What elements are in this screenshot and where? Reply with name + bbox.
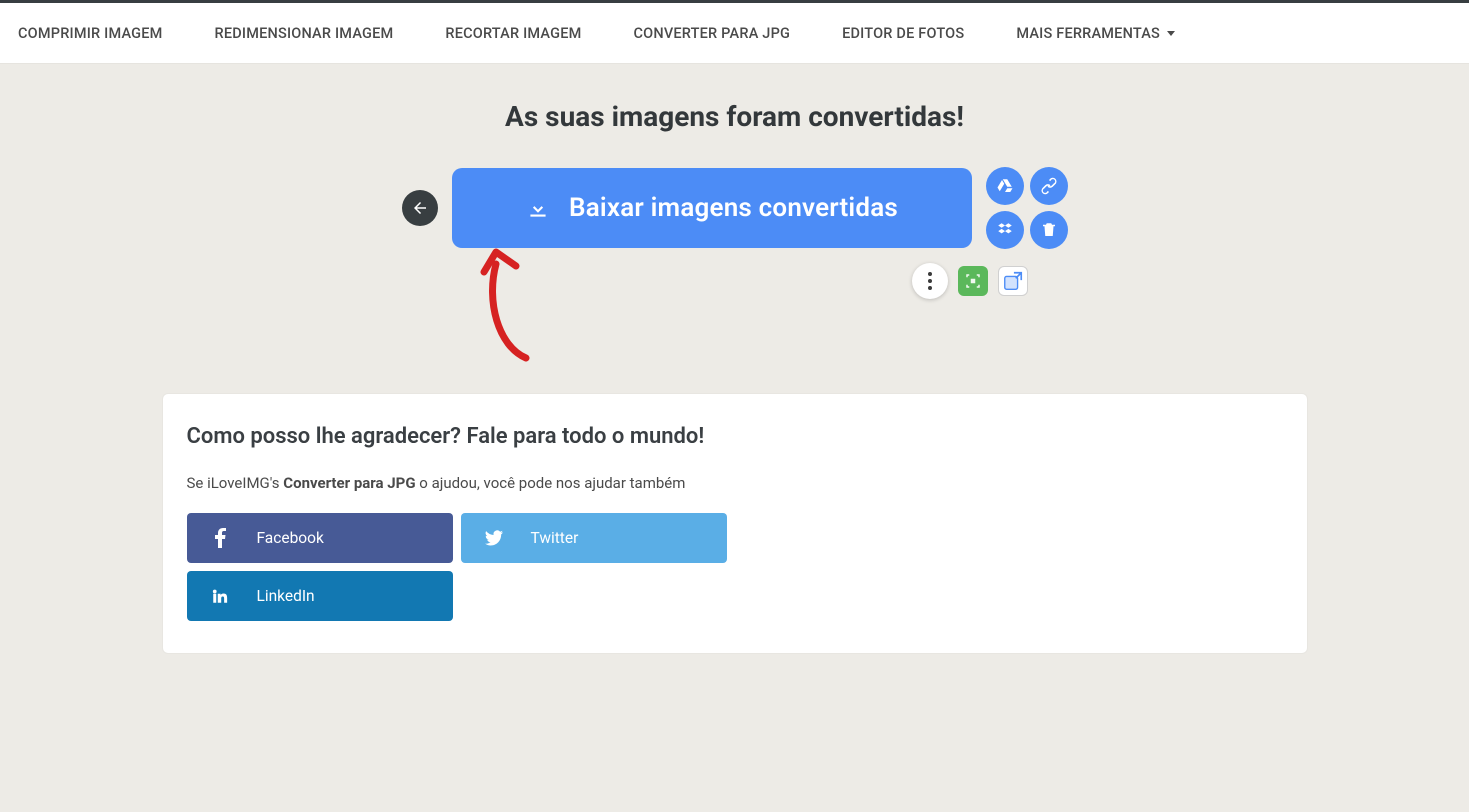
page-title: As suas imagens foram convertidas! xyxy=(0,100,1469,133)
chevron-down-icon xyxy=(1167,31,1175,36)
linkedin-icon xyxy=(211,587,229,605)
download-button[interactable]: Baixar imagens convertidas xyxy=(452,168,972,248)
share-sub-bold: Converter para JPG xyxy=(283,474,415,492)
share-sub-pre: Se iLoveIMG's xyxy=(187,474,284,492)
more-options-button[interactable] xyxy=(912,263,948,299)
delete-button[interactable] xyxy=(1030,211,1068,249)
nav-more-tools[interactable]: MAIS FERRAMENTAS xyxy=(1016,25,1175,42)
nav-photo-editor[interactable]: EDITOR DE FOTOS xyxy=(842,25,964,42)
nav-compress[interactable]: COMPRIMIR IMAGEM xyxy=(18,25,163,42)
nav-resize[interactable]: REDIMENSIONAR IMAGEM xyxy=(215,25,394,42)
resize-tool-button[interactable] xyxy=(998,266,1028,296)
twitter-label: Twitter xyxy=(531,529,579,547)
google-drive-icon xyxy=(996,177,1014,195)
nav-more-tools-label: MAIS FERRAMENTAS xyxy=(1016,25,1160,42)
save-drive-button[interactable] xyxy=(986,167,1024,205)
download-label: Baixar imagens convertidas xyxy=(569,193,898,223)
share-twitter-button[interactable]: Twitter xyxy=(461,513,727,563)
compress-tool-button[interactable] xyxy=(958,266,988,296)
twitter-icon xyxy=(485,529,503,547)
link-icon xyxy=(1040,177,1058,195)
share-card: Como posso lhe agradecer? Fale para todo… xyxy=(162,393,1308,654)
share-card-title: Como posso lhe agradecer? Fale para todo… xyxy=(187,424,1283,449)
share-linkedin-button[interactable]: LinkedIn xyxy=(187,571,453,621)
linkedin-label: LinkedIn xyxy=(257,587,315,605)
image-resize-icon xyxy=(1002,270,1024,292)
more-vertical-icon xyxy=(928,272,932,290)
arrow-left-icon xyxy=(411,199,429,217)
save-dropbox-button[interactable] xyxy=(986,211,1024,249)
copy-link-button[interactable] xyxy=(1030,167,1068,205)
compress-icon xyxy=(964,272,982,290)
facebook-icon xyxy=(211,529,229,547)
share-sub-post: o ajudou, você pode nos ajudar também xyxy=(416,474,686,492)
cloud-actions xyxy=(986,167,1068,249)
nav-convert-jpg[interactable]: CONVERTER PARA JPG xyxy=(633,25,790,42)
secondary-tools xyxy=(912,263,1028,299)
nav-crop[interactable]: RECORTAR IMAGEM xyxy=(445,25,581,42)
facebook-label: Facebook xyxy=(257,529,324,547)
trash-icon xyxy=(1040,221,1058,239)
dropbox-icon xyxy=(996,221,1014,239)
share-facebook-button[interactable]: Facebook xyxy=(187,513,453,563)
share-card-subtitle: Se iLoveIMG's Converter para JPG o ajudo… xyxy=(187,471,687,495)
back-button[interactable] xyxy=(402,190,438,226)
main-nav: COMPRIMIR IMAGEM REDIMENSIONAR IMAGEM RE… xyxy=(0,3,1469,64)
download-icon xyxy=(525,195,551,221)
